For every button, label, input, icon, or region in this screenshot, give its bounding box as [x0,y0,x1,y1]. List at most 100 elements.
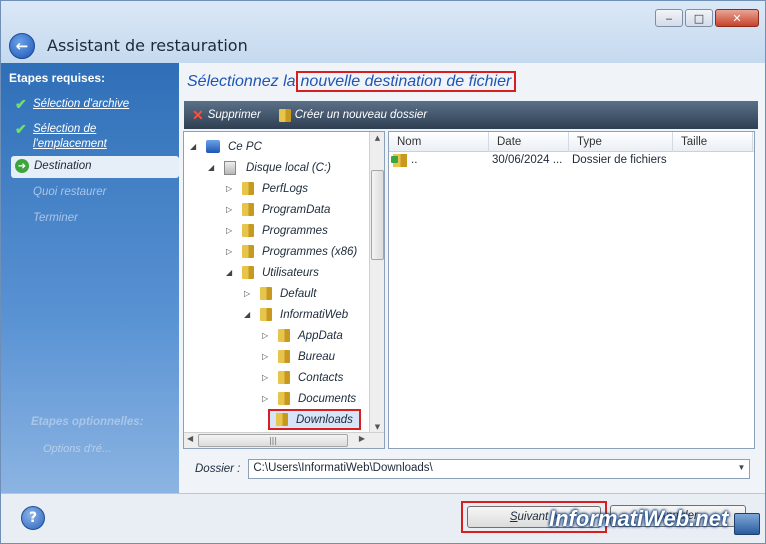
collapse-arrow-icon[interactable]: ◢ [190,142,200,151]
computer-icon [206,140,220,153]
window-title: Assistant de restauration [47,36,248,55]
current-step-arrow-icon: ➜ [15,159,29,173]
tree-node-programmes-x86[interactable]: ▷ Programmes (x86) [226,241,357,262]
sidebar-item-label: Quoi restaurer [33,186,107,198]
selected-node-highlight[interactable]: Downloads [268,409,361,430]
tree-node-label: PerfLogs [262,182,309,195]
column-header-type[interactable]: Type [569,132,673,152]
folder-tree[interactable]: ◢ Ce PC ◢ Disque local (C:) ▷ PerfLogs ▷… [183,131,385,449]
sidebar-item-optional-options: Options d'ré... [43,443,112,455]
sidebar-item-label: Terminer [33,212,78,224]
close-button[interactable]: ✕ [715,9,759,27]
scrollbar-thumb[interactable] [371,170,384,260]
folder-icon [242,182,254,195]
expand-arrow-icon[interactable]: ▷ [262,331,272,340]
tree-node-label: Downloads [296,413,353,426]
tree-node-informatiweb[interactable]: ◢ InformatiWeb [244,304,348,325]
file-list-header: Nom Date Type Taille [389,132,754,152]
chevron-down-icon[interactable]: ▼ [737,463,745,472]
back-arrow-icon[interactable]: ← [9,33,35,59]
sidebar-item-archive-selection[interactable]: ✔ Sélection d'archive [15,97,129,112]
collapse-arrow-icon[interactable]: ◢ [208,163,218,172]
required-steps-header: Etapes requises: [9,71,106,85]
delete-button[interactable]: ✕ Supprimer [192,107,261,124]
column-header-size[interactable]: Taille [673,132,753,152]
scroll-up-arrow-icon[interactable]: ▲ [370,134,384,142]
folder-icon [260,287,272,300]
expand-arrow-icon[interactable]: ▷ [262,352,272,361]
folder-icon [260,308,272,321]
tree-node-contacts[interactable]: ▷ Contacts [262,367,343,388]
tree-node-programdata[interactable]: ▷ ProgramData [226,199,330,220]
maximize-button[interactable]: □ [685,9,713,27]
delete-button-label: Supprimer [207,109,261,121]
folder-path-combobox[interactable]: C:\Users\InformatiWeb\Downloads\ ▼ [248,459,751,479]
tree-vertical-scrollbar[interactable]: ▲ ▼ [369,132,384,433]
collapse-arrow-icon[interactable]: ◢ [226,268,236,277]
new-folder-button-label: Créer un nouveau dossier [294,109,428,121]
tree-node-label: Disque local (C:) [246,161,331,174]
tree-node-appdata[interactable]: ▷ AppData [262,325,343,346]
tree-node-downloads[interactable]: Downloads [268,409,361,430]
tree-node-utilisateurs[interactable]: ◢ Utilisateurs [226,262,319,283]
checkmark-icon: ✔ [15,96,27,112]
tree-node-label: Programmes (x86) [262,245,358,258]
folder-icon [278,350,290,363]
delete-x-icon: ✕ [192,106,204,123]
expand-arrow-icon[interactable]: ▷ [244,289,254,298]
folder-icon [242,245,254,258]
tree-node-label: Contacts [298,371,344,384]
column-header-date[interactable]: Date [489,132,569,152]
minimize-button[interactable]: ‒ [655,9,683,27]
tree-node-bureau[interactable]: ▷ Bureau [262,346,335,367]
new-folder-button[interactable]: Créer un nouveau dossier [278,108,428,122]
scroll-down-arrow-icon[interactable]: ▼ [370,423,384,431]
tree-node-label: Programmes [262,224,328,237]
page-title: Sélectionnez la nouvelle destination de f… [187,71,517,92]
folder-path-row: Dossier : C:\Users\InformatiWeb\Download… [195,459,751,479]
steps-sidebar: Etapes requises: ✔ Sélection d'archive ✔… [1,63,179,493]
file-toolbar: ✕ Supprimer Créer un nouveau dossier [184,101,758,129]
sidebar-item-destination[interactable]: ➜ Destination [11,156,179,178]
expand-arrow-icon[interactable]: ▷ [262,373,272,382]
folder-icon [278,371,290,384]
expand-arrow-icon[interactable]: ▷ [226,184,236,193]
list-item-date: 30/06/2024 ... [492,154,563,166]
list-item-type: Dossier de fichiers [572,154,667,166]
expand-arrow-icon[interactable]: ▷ [226,247,236,256]
scroll-right-arrow-icon[interactable]: ▶ [359,434,365,443]
scrollbar-thumb[interactable]: ||| [198,434,348,447]
column-header-name[interactable]: Nom [389,132,489,152]
tree-node-label: Default [280,287,317,300]
next-button-mnemonic: S [509,511,518,523]
folder-icon [242,224,254,237]
tree-node-label: InformatiWeb [280,308,349,321]
help-button[interactable]: ? [21,506,45,530]
list-item[interactable]: .. 30/06/2024 ... Dossier de fichiers [389,152,754,170]
tree-node-label: Ce PC [228,140,262,153]
folder-icon [278,108,291,122]
sidebar-item-location-selection[interactable]: ✔ Sélection de l'emplacement [15,122,125,152]
watermark-logo: InformatiWeb.net [549,506,729,531]
sidebar-item-label: Destination [34,160,92,172]
restore-wizard-window: ‒ □ ✕ ← Assistant de restauration Etapes… [0,0,766,544]
tree-node-local-disk[interactable]: ◢ Disque local (C:) [208,157,331,178]
tree-node-this-pc[interactable]: ◢ Ce PC [190,136,262,157]
expand-arrow-icon[interactable]: ▷ [226,205,236,214]
tree-node-documents[interactable]: ▷ Documents [262,388,356,409]
collapse-arrow-icon[interactable]: ◢ [244,310,254,319]
tree-horizontal-scrollbar[interactable]: ◀ ||| ▶ [184,432,384,448]
folder-icon [276,413,288,426]
scroll-left-arrow-icon[interactable]: ◀ [187,434,193,443]
tree-node-perflogs[interactable]: ▷ PerfLogs [226,178,308,199]
window-controls: ‒ □ ✕ [655,9,759,27]
expand-arrow-icon[interactable]: ▷ [262,394,272,403]
disk-icon [224,160,236,175]
tree-node-label: Bureau [298,350,336,363]
tree-node-default[interactable]: ▷ Default [244,283,316,304]
expand-arrow-icon[interactable]: ▷ [226,226,236,235]
file-list[interactable]: Nom Date Type Taille .. 30/06/2024 ... D… [388,131,755,449]
tree-node-programmes[interactable]: ▷ Programmes [226,220,328,241]
page-title-prefix: Sélectionnez la [187,73,296,90]
tree-node-label: Utilisateurs [262,266,319,279]
